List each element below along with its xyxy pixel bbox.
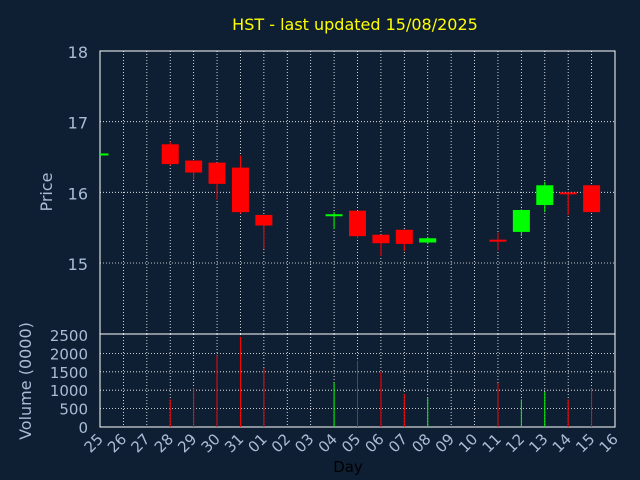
price-tick-label: 16	[68, 184, 88, 203]
x-tick-label: 26	[104, 430, 130, 456]
x-tick-label: 28	[151, 430, 177, 456]
candle-body	[349, 210, 366, 237]
candle-body	[161, 144, 179, 165]
x-tick-label: 31	[221, 430, 247, 456]
volume-tick-label: 1000	[50, 382, 88, 400]
x-tick-label: 16	[596, 430, 622, 456]
candle-body	[255, 214, 273, 226]
x-tick-label: 09	[432, 430, 458, 456]
x-tick-label: 10	[455, 430, 481, 456]
candle-body	[583, 185, 601, 213]
candle-body	[231, 167, 249, 213]
volume-tick-label: 2000	[50, 345, 88, 363]
candle-body	[185, 160, 203, 173]
candle-body	[489, 239, 507, 242]
x-tick-label: 12	[502, 430, 528, 456]
volume-tick-label: 0	[78, 419, 88, 437]
x-tick-label: 27	[127, 430, 153, 456]
candle-body	[208, 162, 226, 184]
x-tick-label: 04	[315, 430, 341, 456]
price-tick-label: 17	[68, 114, 88, 133]
x-axis-label: Day	[333, 458, 363, 476]
chart-title: HST - last updated 15/08/2025	[232, 15, 478, 34]
candle-body	[512, 210, 530, 232]
volume-axis-label: Volume (0000)	[16, 322, 35, 440]
candle-body	[419, 238, 437, 243]
x-tick-label: 05	[338, 430, 364, 456]
volume-tick-label: 500	[59, 401, 88, 419]
x-tick-label: 15	[572, 430, 598, 456]
x-tick-label: 03	[291, 430, 317, 456]
x-tick-label: 02	[268, 430, 294, 456]
x-tick-label: 07	[385, 430, 411, 456]
x-tick-label: 13	[525, 430, 551, 456]
candle-body	[372, 234, 390, 244]
x-tick-label: 08	[408, 430, 434, 456]
x-tick-label: 01	[244, 430, 270, 456]
price-tick-label: 15	[68, 255, 88, 274]
candle-body	[325, 214, 343, 217]
volume-tick-label: 2500	[50, 327, 88, 345]
x-tick-label: 29	[174, 430, 200, 456]
volume-tick-label: 1500	[50, 364, 88, 382]
candle-body	[536, 185, 554, 206]
x-tick-label: 14	[549, 430, 575, 456]
candle-body	[559, 192, 577, 195]
price-axis-label: Price	[37, 172, 56, 211]
candle-body	[395, 229, 413, 244]
stock-chart: HST - last updated 15/08/202515161718050…	[16, 15, 622, 476]
candle-body	[100, 153, 109, 156]
x-tick-label: 06	[362, 430, 388, 456]
x-tick-label: 11	[479, 430, 505, 456]
x-tick-label: 30	[198, 430, 224, 456]
price-tick-label: 18	[68, 43, 88, 62]
